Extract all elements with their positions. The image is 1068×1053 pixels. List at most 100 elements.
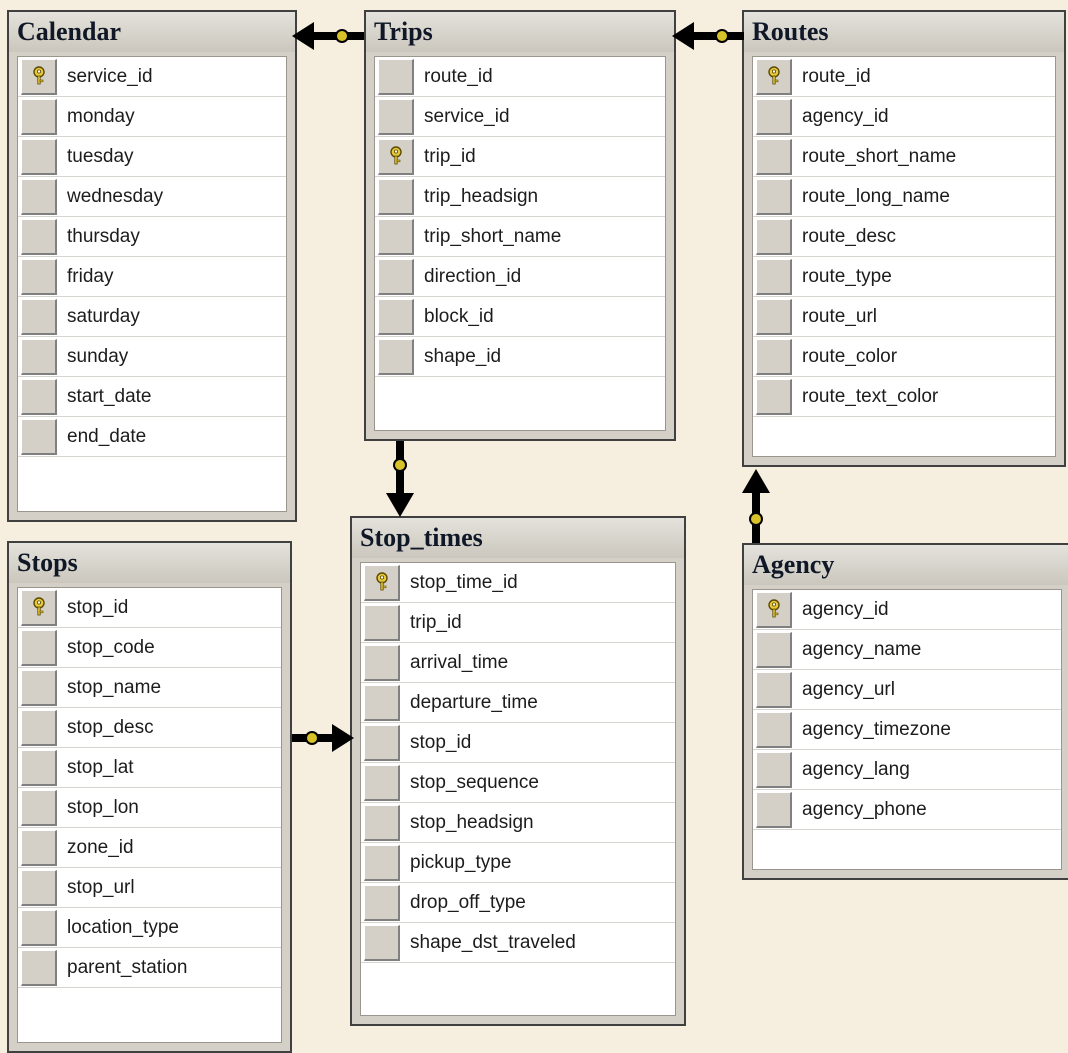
row-selector[interactable] xyxy=(21,669,57,706)
column-row[interactable]: stop_headsign xyxy=(361,803,675,843)
row-selector[interactable] xyxy=(364,764,400,801)
row-selector[interactable] xyxy=(21,298,57,335)
row-selector[interactable] xyxy=(21,378,57,415)
row-selector[interactable] xyxy=(21,909,57,946)
row-selector[interactable] xyxy=(756,751,792,788)
row-selector[interactable] xyxy=(378,58,414,95)
row-selector[interactable] xyxy=(756,178,792,215)
column-row[interactable]: service_id xyxy=(18,57,286,97)
row-selector[interactable] xyxy=(756,378,792,415)
column-row[interactable]: agency_lang xyxy=(753,750,1061,790)
primary-key-selector[interactable] xyxy=(21,58,57,95)
column-row[interactable]: tuesday xyxy=(18,137,286,177)
row-selector[interactable] xyxy=(364,724,400,761)
column-row[interactable]: route_color xyxy=(753,337,1055,377)
row-selector[interactable] xyxy=(21,629,57,666)
row-selector[interactable] xyxy=(364,644,400,681)
row-selector[interactable] xyxy=(21,218,57,255)
column-row[interactable]: stop_time_id xyxy=(361,563,675,603)
row-selector[interactable] xyxy=(378,298,414,335)
row-selector[interactable] xyxy=(21,789,57,826)
column-row[interactable]: shape_id xyxy=(375,337,665,377)
table-stop-times[interactable]: Stop_times stop_time_id trip_id arrival_tim… xyxy=(350,516,686,1026)
column-row[interactable]: direction_id xyxy=(375,257,665,297)
column-row[interactable]: monday xyxy=(18,97,286,137)
row-selector[interactable] xyxy=(756,671,792,708)
row-selector[interactable] xyxy=(21,829,57,866)
table-stops[interactable]: Stops stop_id stop_code stop_name stop_desc s… xyxy=(7,541,292,1053)
column-row[interactable]: route_type xyxy=(753,257,1055,297)
row-selector[interactable] xyxy=(756,218,792,255)
column-row[interactable]: stop_sequence xyxy=(361,763,675,803)
row-selector[interactable] xyxy=(756,98,792,135)
row-selector[interactable] xyxy=(364,604,400,641)
row-selector[interactable] xyxy=(364,684,400,721)
row-selector[interactable] xyxy=(21,138,57,175)
column-row[interactable]: wednesday xyxy=(18,177,286,217)
column-row[interactable]: agency_name xyxy=(753,630,1061,670)
column-row[interactable]: end_date xyxy=(18,417,286,457)
row-selector[interactable] xyxy=(364,924,400,961)
column-row[interactable]: block_id xyxy=(375,297,665,337)
column-row[interactable]: thursday xyxy=(18,217,286,257)
table-routes[interactable]: Routes route_id agency_id route_short_name r… xyxy=(742,10,1066,467)
primary-key-selector[interactable] xyxy=(756,58,792,95)
column-row[interactable]: stop_code xyxy=(18,628,281,668)
row-selector[interactable] xyxy=(21,869,57,906)
column-row[interactable]: departure_time xyxy=(361,683,675,723)
column-row[interactable]: agency_phone xyxy=(753,790,1061,830)
column-row[interactable]: trip_id xyxy=(375,137,665,177)
column-row[interactable]: stop_lat xyxy=(18,748,281,788)
column-row[interactable]: stop_url xyxy=(18,868,281,908)
row-selector[interactable] xyxy=(756,631,792,668)
column-row[interactable]: pickup_type xyxy=(361,843,675,883)
column-row[interactable]: agency_id xyxy=(753,590,1061,630)
column-row[interactable]: route_long_name xyxy=(753,177,1055,217)
column-row[interactable]: stop_id xyxy=(18,588,281,628)
row-selector[interactable] xyxy=(756,258,792,295)
column-row[interactable]: trip_short_name xyxy=(375,217,665,257)
row-selector[interactable] xyxy=(21,418,57,455)
column-row[interactable]: route_text_color xyxy=(753,377,1055,417)
row-selector[interactable] xyxy=(21,98,57,135)
column-row[interactable]: stop_name xyxy=(18,668,281,708)
column-row[interactable]: arrival_time xyxy=(361,643,675,683)
row-selector[interactable] xyxy=(378,258,414,295)
column-row[interactable]: route_short_name xyxy=(753,137,1055,177)
row-selector[interactable] xyxy=(378,218,414,255)
table-calendar[interactable]: Calendar service_id monday tuesday wednesday… xyxy=(7,10,297,522)
row-selector[interactable] xyxy=(364,804,400,841)
row-selector[interactable] xyxy=(378,178,414,215)
row-selector[interactable] xyxy=(756,138,792,175)
column-row[interactable]: saturday xyxy=(18,297,286,337)
primary-key-selector[interactable] xyxy=(21,589,57,626)
table-trips[interactable]: Trips route_id service_id trip_id trip_heads… xyxy=(364,10,676,441)
column-row[interactable]: route_url xyxy=(753,297,1055,337)
row-selector[interactable] xyxy=(378,98,414,135)
row-selector[interactable] xyxy=(756,711,792,748)
row-selector[interactable] xyxy=(21,338,57,375)
row-selector[interactable] xyxy=(21,949,57,986)
column-row[interactable]: parent_station xyxy=(18,948,281,988)
row-selector[interactable] xyxy=(756,298,792,335)
column-row[interactable]: route_id xyxy=(753,57,1055,97)
column-row[interactable]: shape_dst_traveled xyxy=(361,923,675,963)
column-row[interactable]: friday xyxy=(18,257,286,297)
column-row[interactable]: location_type xyxy=(18,908,281,948)
row-selector[interactable] xyxy=(756,791,792,828)
column-row[interactable]: route_id xyxy=(375,57,665,97)
column-row[interactable]: trip_headsign xyxy=(375,177,665,217)
primary-key-selector[interactable] xyxy=(378,138,414,175)
row-selector[interactable] xyxy=(364,884,400,921)
row-selector[interactable] xyxy=(378,338,414,375)
column-row[interactable]: agency_url xyxy=(753,670,1061,710)
row-selector[interactable] xyxy=(21,258,57,295)
column-row[interactable]: sunday xyxy=(18,337,286,377)
table-agency[interactable]: Agency agency_id agency_name agency_url agen… xyxy=(742,543,1068,880)
row-selector[interactable] xyxy=(756,338,792,375)
column-row[interactable]: stop_id xyxy=(361,723,675,763)
column-row[interactable]: start_date xyxy=(18,377,286,417)
column-row[interactable]: drop_off_type xyxy=(361,883,675,923)
column-row[interactable]: agency_id xyxy=(753,97,1055,137)
row-selector[interactable] xyxy=(21,749,57,786)
